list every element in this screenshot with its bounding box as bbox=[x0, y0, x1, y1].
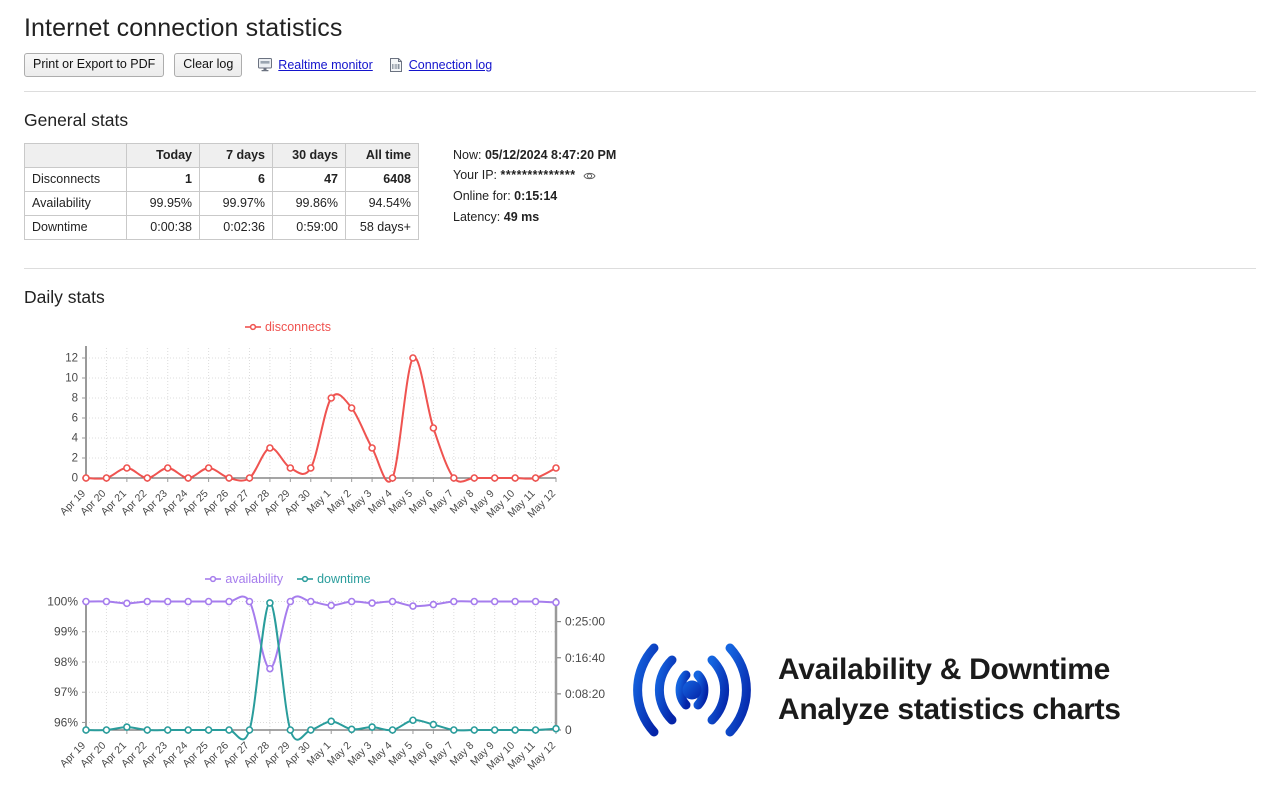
info-now-label: Now: bbox=[453, 148, 481, 162]
clear-log-button[interactable]: Clear log bbox=[174, 53, 242, 77]
eye-icon[interactable] bbox=[583, 171, 596, 181]
row-label-disconnects: Disconnects bbox=[25, 167, 127, 191]
info-latency: Latency: 49 ms bbox=[453, 207, 616, 228]
table-header-row: Today 7 days 30 days All time bbox=[25, 143, 419, 167]
connection-log-link-wrap[interactable]: Connection log bbox=[389, 58, 492, 72]
disconnects-chart-block: disconnects 024681012Apr 19Apr 20Apr 21A… bbox=[24, 320, 1256, 546]
print-export-pdf-button[interactable]: Print or Export to PDF bbox=[24, 53, 164, 77]
realtime-monitor-link[interactable]: Realtime monitor bbox=[278, 58, 372, 72]
brand-text: Availability & Downtime Analyze statisti… bbox=[778, 650, 1121, 730]
column-header-7days: 7 days bbox=[200, 143, 273, 167]
cell-downtime-alltime: 58 days+ bbox=[346, 215, 419, 239]
svg-text:0:16:40: 0:16:40 bbox=[565, 650, 605, 664]
cell-disconnects-30days: 47 bbox=[273, 167, 346, 191]
svg-text:12: 12 bbox=[65, 352, 78, 364]
disconnects-chart: 024681012Apr 19Apr 20Apr 21Apr 22Apr 23A… bbox=[24, 336, 584, 546]
toolbar: Print or Export to PDF Clear log Realtim… bbox=[24, 53, 1256, 77]
connection-log-link[interactable]: Connection log bbox=[409, 58, 492, 72]
table-row: Disconnects 1 6 47 6408 bbox=[25, 167, 419, 191]
cell-availability-alltime: 94.54% bbox=[346, 191, 419, 215]
availability-downtime-legend: availability downtime bbox=[18, 572, 558, 586]
cell-disconnects-alltime: 6408 bbox=[346, 167, 419, 191]
info-your-ip: Your IP: ************** bbox=[453, 165, 616, 186]
realtime-monitor-link-wrap[interactable]: Realtime monitor bbox=[258, 58, 372, 72]
svg-text:0: 0 bbox=[565, 723, 572, 737]
legend-item-downtime[interactable]: downtime bbox=[297, 572, 371, 586]
monitor-icon bbox=[258, 58, 273, 72]
table-corner-cell bbox=[25, 143, 127, 167]
info-latency-label: Latency: bbox=[453, 210, 500, 224]
availability-downtime-chart: 96%97%98%99%100%00:08:200:16:400:25:00Ap… bbox=[24, 588, 624, 798]
row-label-availability: Availability bbox=[25, 191, 127, 215]
info-latency-value: 49 ms bbox=[504, 210, 539, 224]
table-row: Availability 99.95% 99.97% 99.86% 94.54% bbox=[25, 191, 419, 215]
svg-text:0:08:20: 0:08:20 bbox=[565, 687, 605, 701]
svg-text:99%: 99% bbox=[54, 624, 78, 638]
svg-text:4: 4 bbox=[72, 432, 79, 444]
info-now-value: 05/12/2024 8:47:20 PM bbox=[485, 148, 616, 162]
info-online-for: Online for: 0:15:14 bbox=[453, 186, 616, 207]
column-header-alltime: All time bbox=[346, 143, 419, 167]
connection-info-list: Now: 05/12/2024 8:47:20 PM Your IP: ****… bbox=[453, 143, 616, 228]
daily-stats-title: Daily stats bbox=[24, 287, 1256, 308]
legend-item-availability[interactable]: availability bbox=[205, 572, 283, 586]
cell-availability-today: 99.95% bbox=[127, 191, 200, 215]
legend-marker-availability bbox=[205, 575, 221, 583]
cell-availability-7days: 99.97% bbox=[200, 191, 273, 215]
page-root: Internet connection statistics Print or … bbox=[0, 14, 1280, 800]
svg-text:98%: 98% bbox=[54, 655, 78, 669]
log-document-icon bbox=[389, 58, 404, 72]
table-row: Downtime 0:00:38 0:02:36 0:59:00 58 days… bbox=[25, 215, 419, 239]
info-online-for-value: 0:15:14 bbox=[514, 189, 557, 203]
wifi-signal-icon bbox=[628, 642, 756, 738]
cell-downtime-30days: 0:59:00 bbox=[273, 215, 346, 239]
cell-availability-30days: 99.86% bbox=[273, 191, 346, 215]
general-stats-title: General stats bbox=[24, 110, 1256, 131]
cell-disconnects-7days: 6 bbox=[200, 167, 273, 191]
cell-downtime-7days: 0:02:36 bbox=[200, 215, 273, 239]
column-header-today: Today bbox=[127, 143, 200, 167]
row-label-downtime: Downtime bbox=[25, 215, 127, 239]
svg-text:100%: 100% bbox=[47, 594, 78, 608]
legend-label-availability: availability bbox=[225, 572, 283, 586]
svg-text:6: 6 bbox=[72, 412, 78, 424]
legend-marker-disconnects bbox=[245, 323, 261, 331]
info-your-ip-label: Your IP: bbox=[453, 168, 497, 182]
general-stats-row: Today 7 days 30 days All time Disconnect… bbox=[24, 143, 1256, 240]
general-stats-table: Today 7 days 30 days All time Disconnect… bbox=[24, 143, 419, 240]
legend-item-disconnects[interactable]: disconnects bbox=[245, 320, 331, 334]
legend-label-disconnects: disconnects bbox=[265, 320, 331, 334]
legend-label-downtime: downtime bbox=[317, 572, 371, 586]
stats-divider bbox=[24, 268, 1256, 269]
legend-marker-downtime bbox=[297, 575, 313, 583]
column-header-30days: 30 days bbox=[273, 143, 346, 167]
brand-line-1: Availability & Downtime bbox=[778, 650, 1121, 690]
svg-text:2: 2 bbox=[72, 452, 78, 464]
svg-text:0: 0 bbox=[72, 472, 78, 484]
cell-disconnects-today: 1 bbox=[127, 167, 200, 191]
brand-line-2: Analyze statistics charts bbox=[778, 690, 1121, 730]
svg-text:96%: 96% bbox=[54, 715, 78, 729]
svg-text:8: 8 bbox=[72, 392, 78, 404]
header-divider bbox=[24, 91, 1256, 92]
info-now: Now: 05/12/2024 8:47:20 PM bbox=[453, 145, 616, 166]
disconnects-legend: disconnects bbox=[18, 320, 558, 334]
page-title: Internet connection statistics bbox=[24, 14, 1256, 43]
info-your-ip-value: ************** bbox=[501, 168, 576, 182]
svg-text:97%: 97% bbox=[54, 685, 78, 699]
cell-downtime-today: 0:00:38 bbox=[127, 215, 200, 239]
svg-text:10: 10 bbox=[65, 372, 78, 384]
svg-text:0:25:00: 0:25:00 bbox=[565, 614, 605, 628]
info-online-for-label: Online for: bbox=[453, 189, 511, 203]
brand-block: Availability & Downtime Analyze statisti… bbox=[628, 642, 1121, 738]
